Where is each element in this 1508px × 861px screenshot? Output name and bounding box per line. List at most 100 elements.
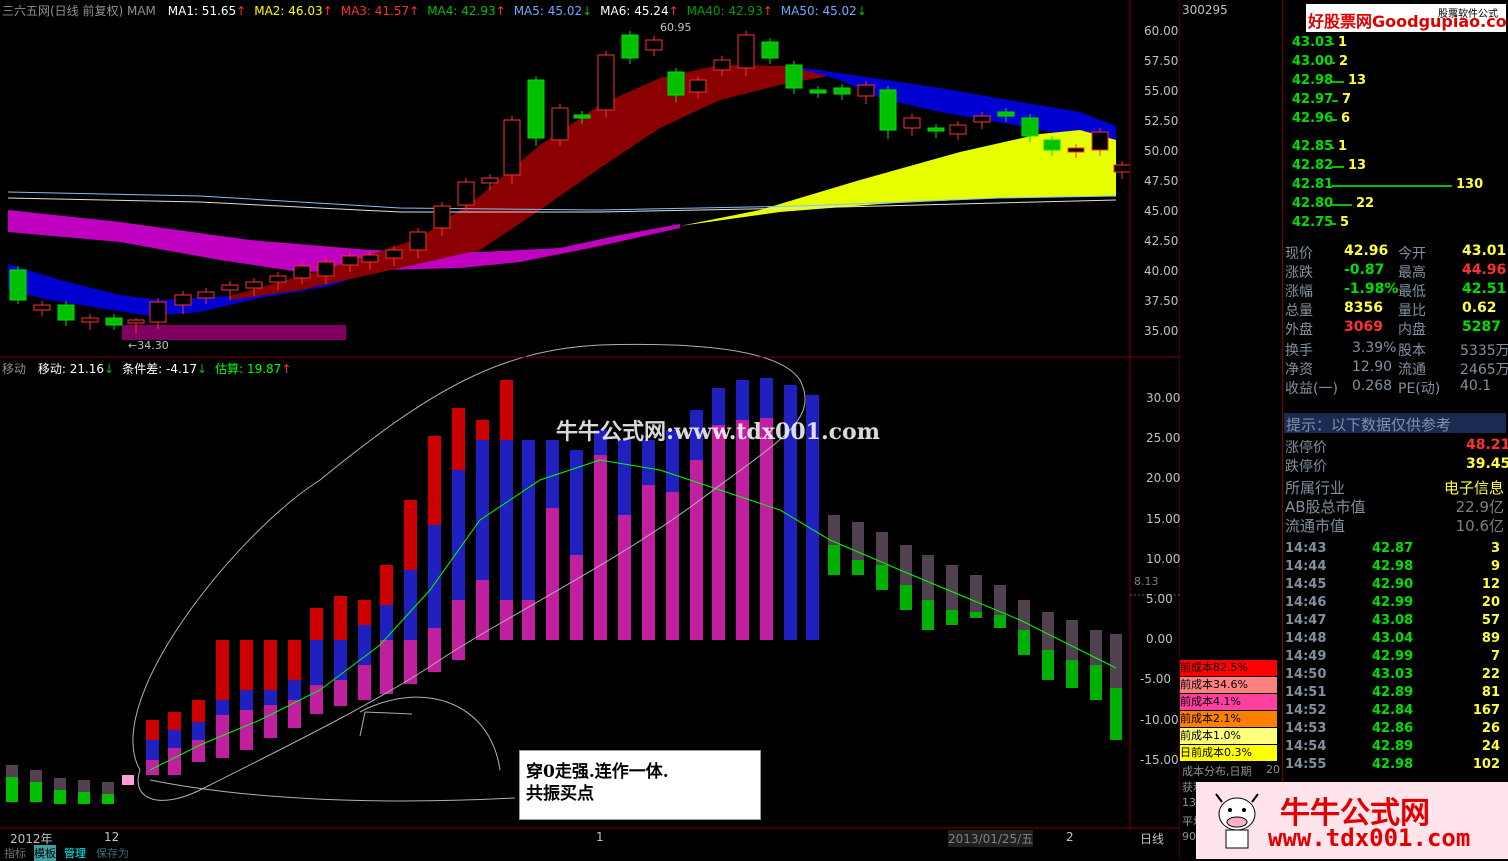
cost-row: 前成本34.6% [1180,677,1277,693]
price-tick-label: 37.50 [1144,294,1179,308]
stat2-cell: 净资 [1285,362,1313,378]
stat-cell: 涨跌 [1285,265,1313,281]
top-right-logo: 好股票网Goodgupiao.com 股票软件公式 [1306,4,1508,32]
indicator-bar-red [334,596,347,640]
indicator-bar-gray [1018,600,1030,630]
indicator-bar-magenta [146,760,159,775]
candle [667,71,685,96]
logo-small-text: 股票软件公式 [1438,9,1498,20]
cost-row: 前成本2.1% [1180,711,1277,727]
cursor-value: 8.13 [1134,575,1159,588]
indicator-bar-blue [570,450,583,555]
candle [33,304,51,311]
book-volume: 2 [1339,54,1349,69]
indicator-bar [122,775,134,785]
indicator-tick-label: -5.00 [1140,672,1172,687]
stat-cell: 外盘 [1285,322,1313,338]
indicator-bar-magenta [522,600,535,640]
candle [57,304,75,321]
indicator-bar-blue [358,625,371,665]
tick-time: 14:43 [1285,541,1327,556]
book-volume-bar [1332,147,1334,149]
stat-cell: 42.51 [1462,281,1507,297]
tick-time: 14:49 [1285,649,1327,664]
candle [833,87,851,95]
indicator-bar-blue [618,440,631,515]
limit-label: 跌停价 [1285,459,1327,475]
candle [761,41,779,59]
ma-value-1: MA2: 46.03 [254,4,323,18]
indicator-tick-label: 20.00 [1146,471,1181,486]
book-price: 43.03 [1292,35,1334,50]
indicator-bar-blue [310,640,323,685]
price-tick-label: 55.00 [1144,84,1179,98]
pointer-line-2 [149,779,516,802]
axis-label-1: 1 [596,830,604,844]
hand-drawn-circle [132,343,806,801]
candle [317,261,335,277]
tick-price: 43.03 [1372,667,1414,682]
bottom-tabs: 指标 模板 管理 保存为 [0,845,180,861]
stat-cell: 43.01 [1462,243,1507,259]
indicator-bar-red [288,640,301,680]
stat2-cell: 3.39% [1352,340,1397,356]
book-price: 43.00 [1292,54,1334,69]
indicator-bar-blue [642,440,655,485]
indicator-bar-red [428,436,441,525]
tick-time: 14:54 [1285,739,1327,754]
candle [713,59,731,71]
indicator-bar-blue [146,740,159,760]
indicator-bar-magenta [594,455,607,640]
cow-logo-icon [1212,790,1262,852]
tick-price: 42.98 [1372,559,1414,574]
indicator-bar-magenta [546,508,559,640]
candle [361,254,379,263]
indicator-bar-green [946,610,958,625]
tick-price: 42.99 [1372,595,1414,610]
indicator-bar-red [240,640,253,690]
candle [527,79,545,139]
stat-cell: 涨幅 [1285,284,1313,300]
tick-price: 43.08 [1372,613,1414,628]
candle [293,265,311,279]
candle [573,114,591,119]
stat2-cell: 5335万 [1460,343,1508,359]
indicator-bar-red [380,565,393,605]
ma-value-3: MA4: 42.93 [427,4,496,18]
indicator-bar [102,794,114,804]
info-label: 流通市值 [1285,517,1346,535]
price-panel-header: 三六五网(日线 前复权) MAM MA1: 51.65↑ MA2: 46.03↑ M… [2,2,867,19]
tick-price: 42.86 [1372,721,1414,736]
indicator-tick-label: -10.00 [1140,712,1179,727]
indicator-bar-magenta [618,515,631,640]
stock-title: 三六五网(日线 前复权) MAM [2,4,156,18]
indicator-bar-magenta [358,665,371,700]
candle [174,294,192,306]
indicator-bar-blue [760,378,773,418]
candle [809,89,827,94]
indicator-bar-magenta [380,640,393,694]
indicator-value-1: 条件差: -4.17 [122,362,198,376]
candle [149,301,167,323]
indicator-tick-label: 15.00 [1146,511,1181,526]
indicator-bar-red [264,640,277,690]
stat-cell: 8356 [1344,300,1383,316]
indicator-bar [6,765,18,777]
indicator-arrow-0: ↓ [104,362,115,376]
indicator-bar-blue [522,440,535,600]
candle [433,205,451,229]
indicator-bar [6,777,18,802]
indicator-tick-label: 30.00 [1146,391,1181,405]
candle [503,119,521,176]
high-marker: 60.95 [660,21,692,34]
book-price: 42.75 [1292,215,1334,230]
ma-values: MA1: 51.65↑ MA2: 46.03↑ MA3: 41.57↑ MA4: 42… [160,4,867,18]
indicator-bar-green [1042,650,1054,680]
candle [645,39,663,51]
indicator-bar-green [1066,660,1078,688]
low-range-box [122,325,346,340]
book-volume: 13 [1348,158,1367,173]
indicator-values: 移动: 21.16↓ 条件差: -4.17↓ 估算: 19.87↑ [30,362,292,376]
indicator-bar-red [452,408,465,470]
candle [105,317,123,326]
